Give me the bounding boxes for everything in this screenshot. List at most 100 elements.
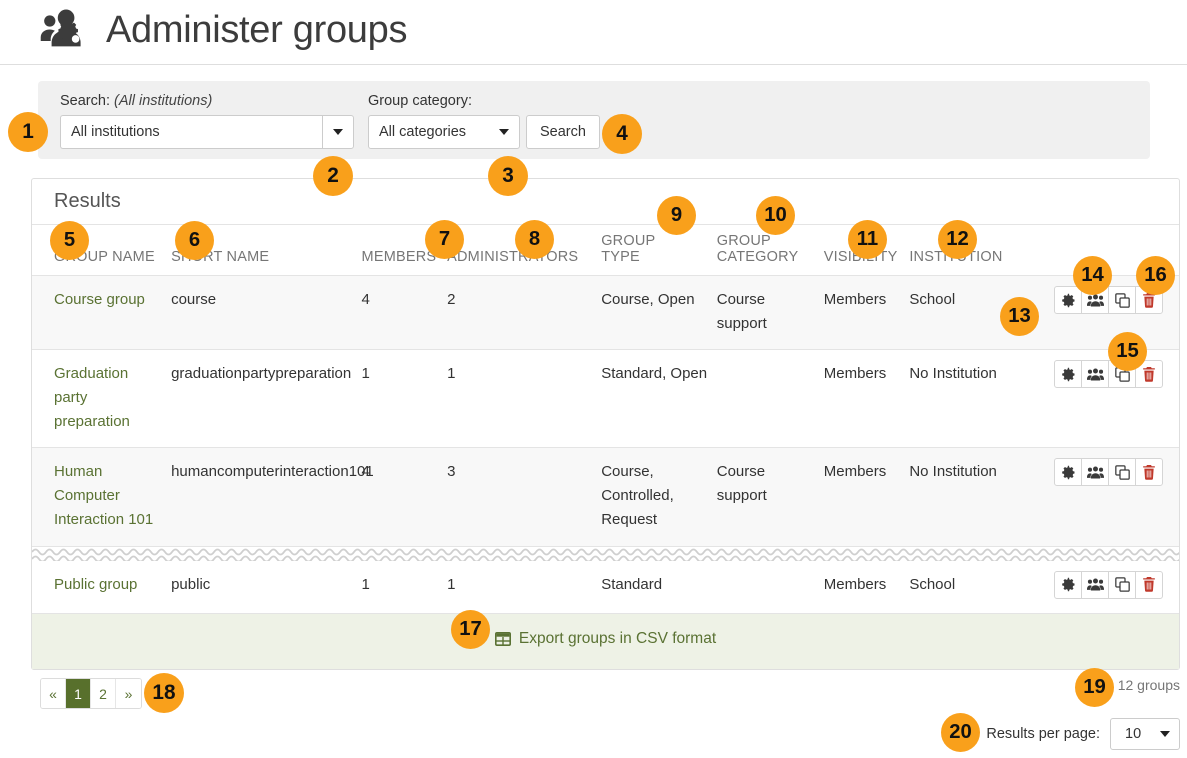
group-name-link[interactable]: Public group — [54, 576, 137, 593]
callout-badge-label: 17 — [459, 619, 482, 639]
callout-badge-label: 8 — [529, 229, 540, 249]
category-field-block: Group category: All categories Search — [368, 93, 600, 149]
members-users-button[interactable] — [1081, 571, 1109, 599]
export-row: Export groups in CSV format — [32, 613, 1179, 669]
callout-badge-label: 13 — [1008, 306, 1031, 326]
export-cell: Export groups in CSV format — [32, 613, 1179, 669]
category-input-group[interactable]: All categories Search — [368, 115, 600, 149]
cell-administrators: 3 — [447, 448, 601, 546]
callout-badge-label: 2 — [327, 166, 339, 187]
settings-gear-button[interactable] — [1054, 286, 1082, 314]
col-group-type[interactable]: GROUP TYPE — [601, 225, 717, 276]
settings-gear-icon — [1061, 293, 1076, 308]
table-row: Graduation party preparation graduationpa… — [32, 350, 1179, 448]
groups-table: GROUP NAME SHORT NAME MEMBERS ADMINISTRA… — [32, 225, 1179, 669]
callout-badge-1: 1 — [8, 112, 48, 152]
results-heading: Results — [32, 179, 1179, 225]
members-users-icon — [1087, 368, 1104, 381]
cell-group-type: Course, Controlled, Request — [601, 448, 717, 546]
institution-field-label: Search: (All institutions) — [60, 93, 354, 110]
delete-trash-button[interactable] — [1135, 458, 1163, 486]
delete-trash-icon — [1142, 577, 1156, 592]
cell-members: 1 — [362, 350, 448, 448]
callout-badge-label: 15 — [1116, 341, 1139, 361]
callout-badge-13: 13 — [1000, 297, 1039, 336]
callout-badge-18: 18 — [144, 673, 184, 713]
cell-visibility: Members — [824, 276, 910, 350]
row-action-group — [1010, 360, 1171, 388]
members-users-button[interactable] — [1081, 360, 1109, 388]
callout-badge-20: 20 — [941, 713, 980, 752]
settings-gear-button[interactable] — [1054, 571, 1082, 599]
cell-institution: School — [909, 561, 1010, 614]
group-category-select[interactable]: All categories — [368, 115, 520, 149]
row-action-group — [1010, 571, 1171, 599]
callout-badge-19: 19 — [1075, 668, 1114, 707]
institution-select[interactable]: All institutions — [60, 115, 322, 149]
results-per-page-value: 10 — [1125, 726, 1141, 742]
table-row: Human Computer Interaction 101humancompu… — [32, 448, 1179, 546]
cell-actions — [1010, 561, 1179, 614]
institution-dropdown-toggle[interactable] — [322, 115, 354, 149]
copy-button[interactable] — [1108, 571, 1136, 599]
callout-badge-label: 7 — [439, 229, 450, 249]
cell-group-category — [717, 350, 824, 448]
institution-label-suffix: (All institutions) — [114, 93, 212, 109]
cell-short-name: graduationpartypreparation — [171, 350, 361, 448]
cell-members: 4 — [362, 448, 448, 546]
cell-institution: No Institution — [909, 350, 1010, 448]
results-per-page-select[interactable]: 10 — [1110, 718, 1180, 750]
cell-administrators: 1 — [447, 561, 601, 614]
delete-trash-icon — [1142, 367, 1156, 382]
callout-badge-label: 5 — [64, 230, 75, 250]
category-field-label: Group category: — [368, 93, 600, 110]
callout-badge-14: 14 — [1073, 256, 1112, 295]
members-users-button[interactable] — [1081, 458, 1109, 486]
cell-group-type: Standard, Open — [601, 350, 717, 448]
callout-badge-12: 12 — [938, 220, 977, 259]
row-action-group — [1010, 458, 1171, 486]
page-title: Administer groups — [106, 10, 407, 52]
group-name-link[interactable]: Course group — [54, 291, 145, 308]
callout-badge-3: 3 — [488, 156, 528, 196]
group-name-link[interactable]: Human Computer Interaction 101 — [54, 463, 153, 527]
institution-field-block: Search: (All institutions) All instituti… — [60, 93, 354, 149]
settings-gear-button[interactable] — [1054, 458, 1082, 486]
groups-table-foot: Export groups in CSV format — [32, 613, 1179, 669]
group-name-link[interactable]: Graduation party preparation — [54, 365, 130, 429]
table-break-row — [32, 546, 1179, 561]
institution-label-prefix: Search: — [60, 93, 110, 109]
search-button[interactable]: Search — [526, 115, 600, 149]
cell-visibility: Members — [824, 561, 910, 614]
callout-badge-label: 10 — [764, 205, 787, 225]
callout-badge-2: 2 — [313, 156, 353, 196]
chevron-down-icon — [499, 129, 509, 135]
chevron-down-icon — [333, 129, 343, 135]
export-csv-link[interactable]: Export groups in CSV format — [495, 627, 716, 651]
callout-badge-label: 18 — [152, 683, 175, 704]
cell-short-name: public — [171, 561, 361, 614]
cell-institution: School — [909, 276, 1010, 350]
table-break-zigzag — [32, 546, 1179, 561]
callout-badge-5: 5 — [50, 221, 89, 260]
callout-badge-11: 11 — [848, 220, 887, 259]
settings-gear-button[interactable] — [1054, 360, 1082, 388]
callout-badge-6: 6 — [175, 221, 214, 260]
callout-badge-label: 3 — [502, 166, 514, 187]
delete-trash-icon — [1142, 465, 1156, 480]
callout-badge-label: 16 — [1144, 265, 1167, 285]
copy-icon — [1115, 577, 1130, 592]
institution-input-group[interactable]: All institutions — [60, 115, 354, 149]
chevron-down-icon — [1160, 731, 1170, 737]
callout-badge-16: 16 — [1136, 256, 1175, 295]
settings-gear-icon — [1061, 367, 1076, 382]
cell-administrators: 2 — [447, 276, 601, 350]
settings-gear-icon — [1061, 577, 1076, 592]
members-users-icon — [1087, 578, 1104, 591]
delete-trash-button[interactable] — [1135, 571, 1163, 599]
copy-button[interactable] — [1108, 286, 1136, 314]
cell-group-name: Graduation party preparation — [32, 350, 171, 448]
copy-button[interactable] — [1108, 458, 1136, 486]
copy-icon — [1115, 465, 1130, 480]
cell-group-name: Human Computer Interaction 101 — [32, 448, 171, 546]
